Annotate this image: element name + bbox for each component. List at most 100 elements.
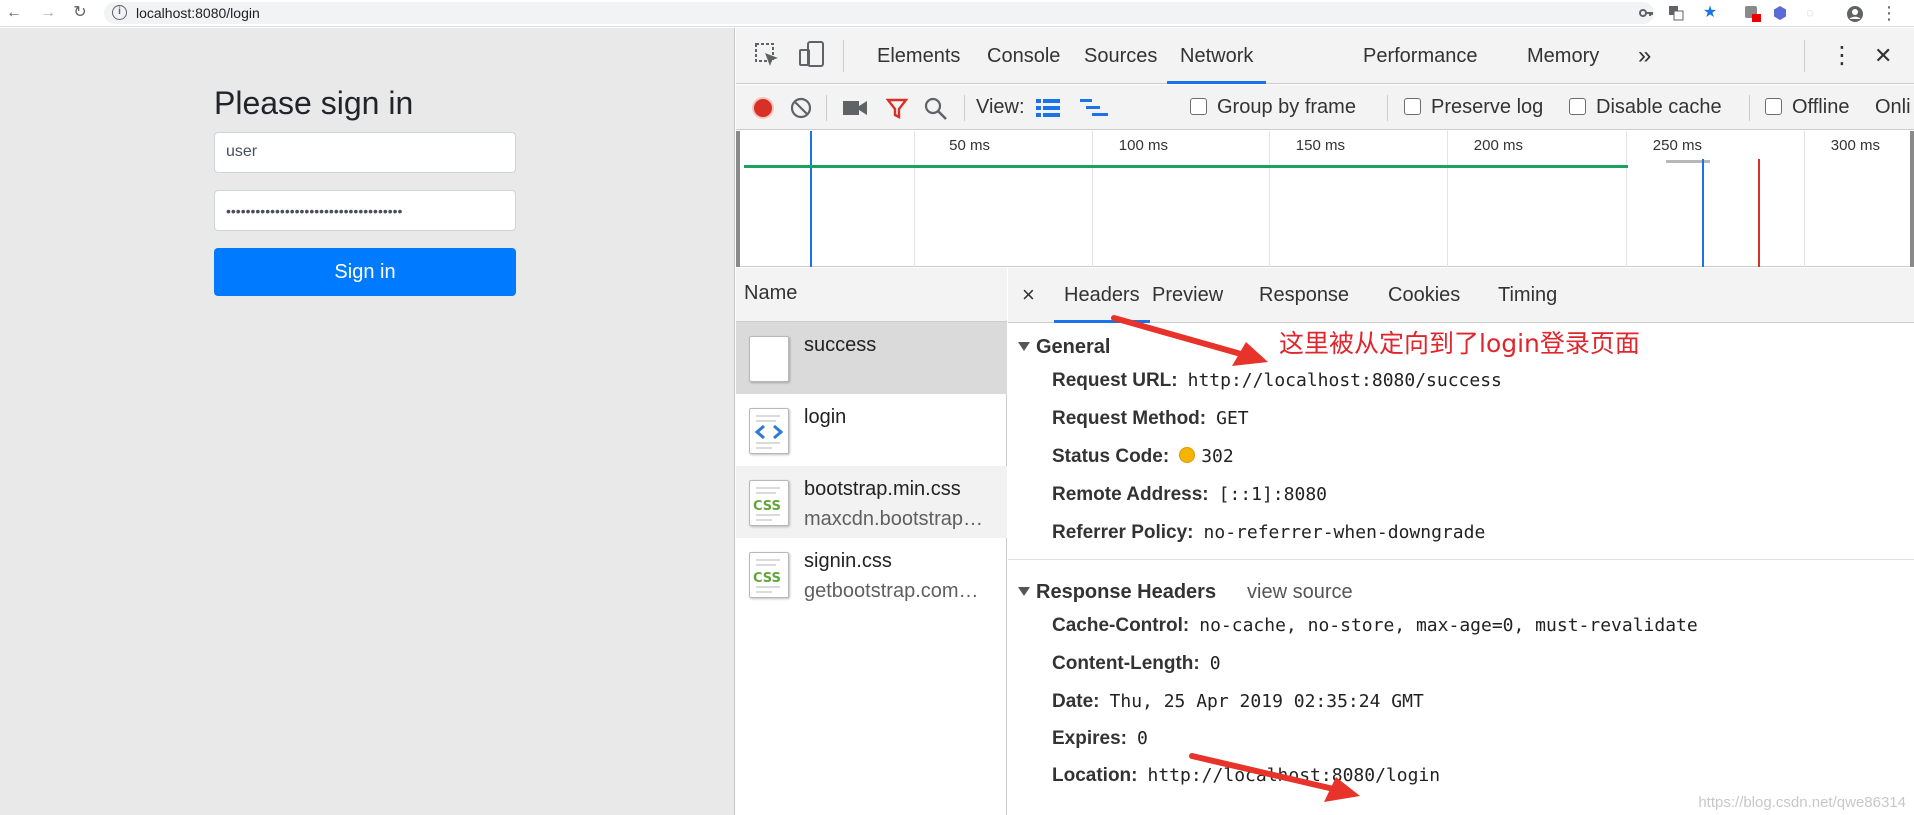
tab-timing[interactable]: Timing (1498, 268, 1557, 323)
screenshot-camera-icon[interactable] (842, 99, 868, 122)
header-row: Remote Address: [::1]:8080 (1052, 484, 1327, 506)
tab-network[interactable]: Network (1167, 28, 1267, 84)
header-row: Cache-Control: no-cache, no-store, max-ag… (1052, 615, 1698, 637)
header-row: Content-Length: 0 (1052, 653, 1221, 675)
password-input[interactable]: •••••••••••••••••••••••••••••••••••• (214, 190, 516, 231)
css-file-icon: CSS (749, 552, 789, 598)
browser-menu-icon[interactable]: ⋮ (1880, 4, 1898, 22)
view-source-link[interactable]: view source (1247, 581, 1353, 604)
tick-label: 200 ms (1473, 137, 1523, 154)
watermark-text: https://blog.csdn.net/qwe86314 (1698, 794, 1906, 811)
name-column-header[interactable]: Name (736, 268, 1007, 322)
translate-icon[interactable] (1668, 5, 1684, 21)
header-value: GET (1216, 408, 1249, 429)
extension-icon[interactable] (1744, 5, 1761, 22)
annotation-arrow-icon (1189, 753, 1360, 802)
header-key: Date: (1052, 691, 1100, 712)
request-row-success[interactable]: success (736, 322, 1007, 394)
tick-label: 150 ms (1295, 137, 1345, 154)
devtools-tab-bar: Elements Console Sources Network Perform… (736, 28, 1914, 84)
offline-checkbox[interactable]: Offline (1765, 85, 1849, 130)
header-value: [::1]:8080 (1218, 484, 1327, 505)
load-marker-blue (1702, 159, 1704, 267)
disable-cache-checkbox[interactable]: Disable cache (1569, 85, 1722, 130)
header-row: Status Code: 302 (1052, 446, 1234, 468)
header-key: Status Code: (1052, 446, 1170, 467)
header-value: Thu, 25 Apr 2019 02:35:24 GMT (1109, 691, 1424, 712)
view-label: View: (976, 96, 1025, 118)
tab-elements[interactable]: Elements (877, 28, 960, 84)
request-name: success (804, 334, 877, 356)
filter-icon[interactable] (885, 98, 909, 125)
tab-performance[interactable]: Performance (1363, 28, 1478, 84)
section-divider (1008, 559, 1914, 560)
toolbar-separator (826, 95, 827, 121)
header-row: Date: Thu, 25 Apr 2019 02:35:24 GMT (1052, 691, 1424, 713)
clear-icon[interactable] (790, 97, 812, 124)
devtools-menu-icon[interactable]: ⋮ (1830, 28, 1854, 84)
key-icon[interactable] (1638, 5, 1654, 21)
request-row-signin-css[interactable]: CSS signin.css getbootstrap.com… (736, 538, 1007, 610)
throttling-select[interactable]: Onli (1875, 85, 1911, 130)
request-row-bootstrap[interactable]: CSS bootstrap.min.css maxcdn.bootstrap… (736, 466, 1007, 538)
response-headers-section-toggle[interactable]: Response Headers (1018, 581, 1216, 604)
disabled-extension-icon[interactable]: ◌ (1802, 5, 1818, 21)
status-warning-dot-icon (1179, 447, 1196, 463)
header-value: no-cache, no-store, max-age=0, must-reva… (1199, 615, 1698, 636)
waterfall-view-icon[interactable] (1080, 99, 1108, 122)
toolbar-separator (1804, 40, 1805, 72)
header-value: 0 (1136, 728, 1148, 749)
overview-left-handle[interactable] (736, 131, 740, 267)
tick-label: 250 ms (1652, 137, 1702, 154)
address-bar[interactable]: i localhost:8080/login (104, 2, 1654, 24)
dom-content-loaded-marker (810, 131, 812, 267)
bookmark-star-icon[interactable]: ★ (1702, 5, 1718, 21)
inspect-element-icon[interactable] (754, 42, 780, 73)
header-key: Cache-Control: (1052, 615, 1190, 636)
header-key: Content-Length: (1052, 653, 1200, 674)
general-section-toggle[interactable]: General (1018, 336, 1110, 359)
site-info-icon[interactable]: i (112, 5, 127, 20)
network-overview-timeline[interactable]: 50 ms 100 ms 150 ms 200 ms 250 ms 300 ms (736, 131, 1914, 267)
login-page: Please sign in user ••••••••••••••••••••… (0, 28, 735, 815)
overview-right-handle[interactable] (1910, 131, 1914, 267)
close-details-icon[interactable]: × (1022, 268, 1035, 323)
large-rows-view-icon[interactable] (1036, 99, 1060, 122)
header-key: Location: (1052, 765, 1138, 786)
header-row: Request Method: GET (1052, 408, 1249, 430)
device-toolbar-icon[interactable] (798, 40, 826, 73)
tab-console[interactable]: Console (987, 28, 1060, 84)
record-icon[interactable] (752, 97, 774, 119)
back-arrow-icon[interactable]: ← (4, 3, 24, 23)
sign-in-button[interactable]: Sign in (214, 248, 516, 296)
header-row: Expires: 0 (1052, 728, 1148, 750)
tab-memory[interactable]: Memory (1527, 28, 1599, 84)
search-icon[interactable] (924, 97, 948, 126)
preserve-log-checkbox[interactable]: Preserve log (1404, 85, 1543, 130)
header-value: 0 (1209, 653, 1221, 674)
tab-sources[interactable]: Sources (1084, 28, 1157, 84)
header-value: 302 (1201, 446, 1234, 467)
username-input[interactable]: user (214, 132, 516, 173)
forward-arrow-icon[interactable]: → (38, 3, 58, 23)
svg-text:CSS: CSS (753, 571, 781, 586)
header-key: Referrer Policy: (1052, 522, 1194, 543)
reload-icon[interactable]: ↻ (70, 3, 90, 23)
request-row-login[interactable]: login (736, 394, 1007, 466)
toolbar-separator (1749, 95, 1750, 121)
tab-cookies[interactable]: Cookies (1388, 268, 1460, 323)
tick-label: 50 ms (949, 137, 990, 154)
more-tabs-icon[interactable]: » (1638, 28, 1651, 84)
account-avatar-icon[interactable] (1846, 5, 1863, 22)
expand-triangle-icon (1018, 342, 1030, 351)
close-devtools-icon[interactable]: ✕ (1874, 28, 1892, 84)
svg-text:CSS: CSS (753, 499, 781, 514)
header-key: Request Method: (1052, 408, 1207, 429)
css-file-icon: CSS (749, 480, 789, 526)
hexagon-extension-icon[interactable] (1772, 5, 1788, 21)
request-list: Name success login CSS bootstrap.min.css… (736, 268, 1007, 815)
disable-cache-label: Disable cache (1596, 96, 1722, 118)
document-file-icon (749, 336, 789, 382)
header-value: no-referrer-when-downgrade (1203, 522, 1486, 543)
group-by-frame-checkbox[interactable]: Group by frame (1190, 85, 1356, 130)
